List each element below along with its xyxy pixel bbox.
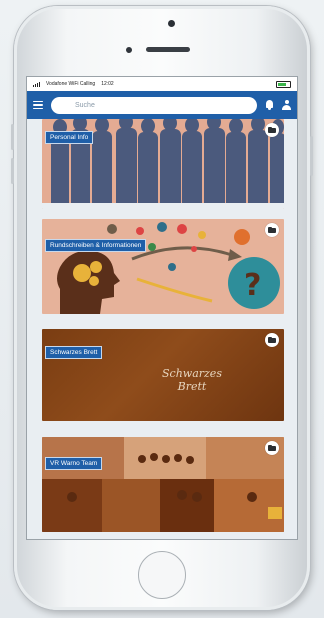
battery-icon: [276, 80, 291, 88]
power-button: [310, 136, 313, 176]
search-input[interactable]: Suche: [51, 96, 257, 114]
signal-icon: [33, 81, 40, 87]
svg-text:?: ?: [244, 268, 261, 303]
folder-icon[interactable]: [265, 123, 279, 137]
tile-personal-info[interactable]: Personal Info: [42, 119, 284, 209]
tile-schwarzes-brett[interactable]: Schwarzes Brett Schwarzes Brett: [42, 329, 284, 421]
home-button[interactable]: [138, 551, 186, 599]
status-bar: Vodafone WiFi Calling 12:02: [27, 77, 297, 91]
tile-vr-warno-team[interactable]: VR Warno Team: [42, 437, 284, 532]
folder-icon[interactable]: [265, 223, 279, 237]
volume-up-button: [11, 124, 14, 150]
tile-rundschreiben[interactable]: ? Rundschreiben & Informationen: [42, 219, 284, 314]
folder-icon[interactable]: [265, 333, 279, 347]
chalkboard-text: Schwarzes Brett: [162, 367, 222, 393]
head-gears-question-image: ?: [57, 222, 280, 314]
profile-icon[interactable]: [282, 100, 291, 110]
tile-label: Personal Info: [45, 131, 94, 144]
folder-icon[interactable]: [265, 441, 279, 455]
front-camera: [126, 47, 132, 53]
team-collage-image: [42, 437, 284, 532]
camera-dot: [168, 20, 175, 27]
tile-label: VR Warno Team: [45, 457, 103, 470]
volume-down-button: [11, 158, 14, 184]
hamburger-menu-icon[interactable]: [33, 100, 43, 110]
notifications-bell-icon[interactable]: [265, 100, 274, 110]
app-bar: Suche: [27, 91, 297, 119]
status-time: 12:02: [101, 81, 114, 87]
carrier-label: Vodafone WiFi Calling: [46, 81, 96, 87]
phone-screen: Vodafone WiFi Calling 12:02 Suche Person…: [26, 76, 298, 540]
tile-label: Rundschreiben & Informationen: [45, 239, 147, 252]
earpiece-speaker: [146, 47, 190, 52]
tile-label: Schwarzes Brett: [45, 346, 103, 359]
